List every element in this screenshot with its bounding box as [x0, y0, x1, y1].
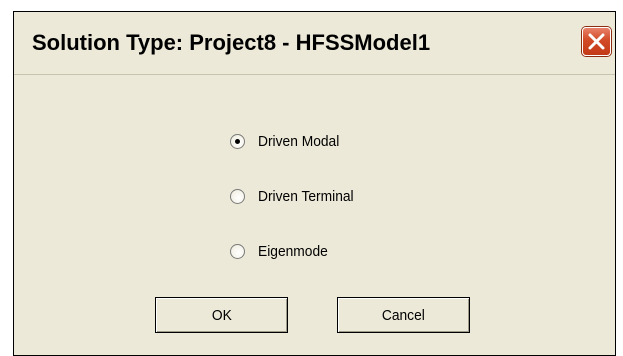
close-icon — [588, 33, 605, 50]
radio-button[interactable] — [230, 188, 245, 204]
ok-button-label: OK — [211, 306, 232, 324]
cancel-button-label: Cancel — [382, 306, 425, 324]
title-bar[interactable]: Solution Type: Project8 - HFSSModel1 — [14, 12, 615, 75]
option-eigenmode[interactable]: Eigenmode — [230, 240, 334, 262]
radio-button[interactable] — [230, 133, 245, 149]
radio-selected-dot — [235, 138, 240, 144]
close-button[interactable] — [582, 27, 611, 56]
option-label: Eigenmode — [258, 242, 328, 260]
dialog-title: Solution Type: Project8 - HFSSModel1 — [32, 30, 431, 55]
option-label: Driven Terminal — [258, 187, 354, 205]
cancel-button[interactable]: Cancel — [337, 297, 470, 333]
radio-button[interactable] — [230, 243, 245, 259]
option-driven-terminal[interactable]: Driven Terminal — [230, 185, 362, 207]
option-driven-modal[interactable]: Driven Modal — [230, 130, 346, 152]
option-label: Driven Modal — [258, 132, 340, 150]
dialog-body: Driven Modal Driven Terminal Eigenmode O… — [14, 75, 615, 355]
solution-type-dialog: Solution Type: Project8 - HFSSModel1 Dri… — [13, 11, 616, 356]
ok-button[interactable]: OK — [155, 297, 288, 333]
